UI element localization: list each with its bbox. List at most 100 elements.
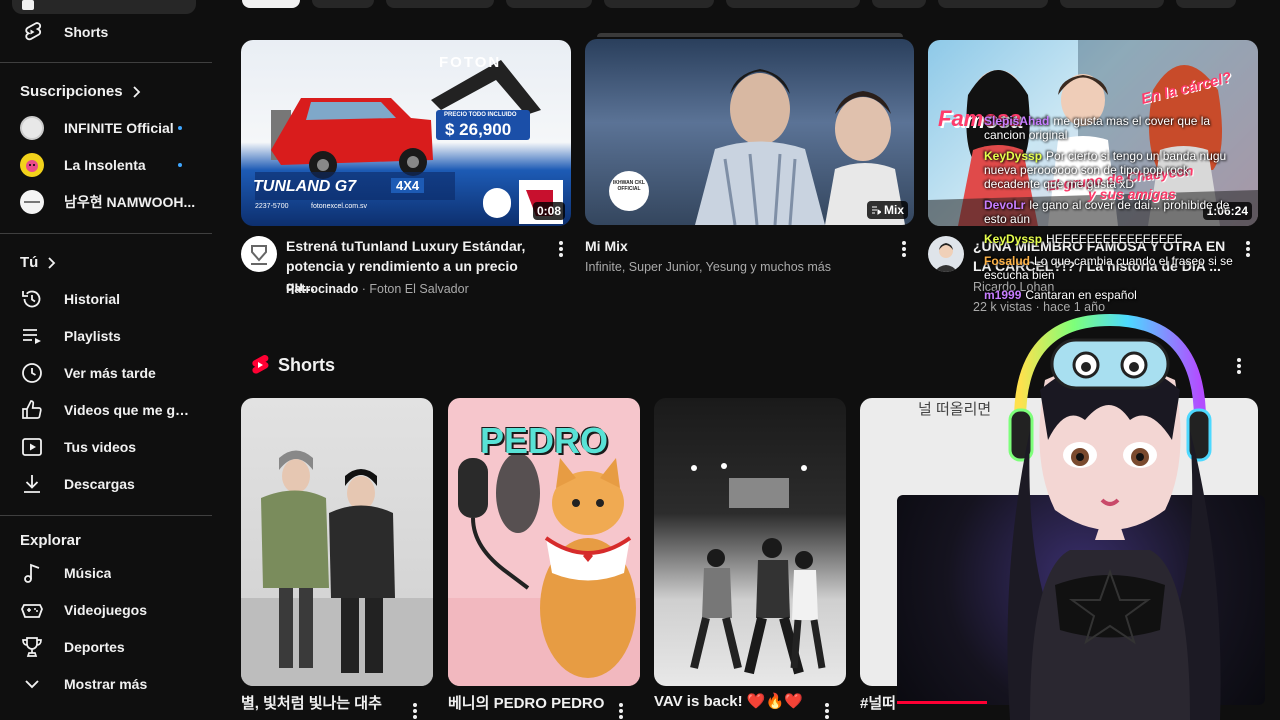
sidebar-item-watch-later[interactable]: Ver más tarde (12, 355, 200, 391)
subscriptions-header[interactable]: Suscripciones (20, 83, 143, 100)
playlists-icon (23, 329, 41, 344)
sidebar-sub-namwoohyun[interactable]: 남우현 NAMWOOH... (12, 184, 200, 220)
chat-message: DevoLr le gano al cover de dai... prohibi… (984, 198, 1244, 226)
sidebar-item-label: Videos que me gus... (64, 402, 196, 418)
sponsored-label: Patrocinado (286, 282, 359, 296)
chat-user: KeyDyssp (984, 232, 1043, 246)
sidebar-item-label: Videojuegos (64, 602, 147, 618)
sidebar-item-label: Deportes (64, 639, 125, 655)
foton-logo-icon (251, 245, 267, 265)
thumbnail-art (241, 450, 433, 686)
chat-text: Cantaran en español (1025, 288, 1137, 302)
ad-website: fotonexcel.com.sv (311, 203, 368, 210)
your-videos-icon (22, 438, 42, 456)
channel-avatar-ricardo[interactable] (928, 236, 964, 272)
channel-avatar-icon (20, 116, 44, 140)
chat-message: SlepisAhad me gusta mas el cover que la c… (984, 114, 1244, 142)
filter-chip[interactable] (1060, 0, 1164, 8)
price-label: PRECIO TODO INCLUIDO (444, 112, 517, 118)
sidebar-item-sports[interactable]: Deportes (12, 629, 200, 665)
model-badge: 4X4 (391, 178, 425, 193)
thumbnail-art (255, 60, 563, 224)
sidebar-item-label: Playlists (64, 328, 121, 344)
sidebar-item-shorts[interactable]: Shorts (12, 14, 200, 50)
avatar-icon (934, 243, 958, 272)
subscriptions-title: Suscripciones (20, 83, 123, 100)
sidebar-item-music[interactable]: Música (12, 555, 200, 591)
short-thumbnail[interactable] (241, 398, 433, 686)
video-thumbnail-foton[interactable]: FOTON PRECIO TODO INCLUIDO $ 26,900 TUNL… (241, 40, 571, 226)
divider (0, 515, 212, 516)
chat-user: DevoLr (984, 198, 1026, 212)
sidebar-item-your-videos[interactable]: Tus videos (12, 429, 200, 465)
chat-user: KeyDyssp (984, 149, 1043, 163)
video-meta: Patrocinado · Foton El Salvador (286, 282, 469, 296)
vtuber-avatar (1007, 313, 1221, 720)
sidebar-item-label: Tus videos (64, 439, 137, 455)
chevron-down-icon (25, 680, 39, 689)
shorts-icon (25, 22, 42, 41)
filter-chip-all[interactable] (242, 0, 300, 8)
more-options-icon[interactable] (413, 703, 417, 719)
brand-logo-text: FOTON (439, 54, 502, 71)
more-options-icon[interactable] (902, 241, 906, 257)
more-options-icon[interactable] (825, 703, 829, 719)
short-title[interactable]: VAV is back! ❤️🔥❤️ (654, 692, 814, 710)
sidebar-item-playlists[interactable]: Playlists (12, 318, 200, 354)
chat-user: Fosalud (984, 254, 1031, 268)
filter-chip[interactable] (726, 0, 860, 8)
video-title-line: Estrená tuTunland Luxury Estándar, (286, 238, 526, 254)
sidebar-item-gaming[interactable]: Videojuegos (12, 592, 200, 628)
sidebar-item-label: INFINITE Official (64, 120, 174, 136)
you-header[interactable]: Tú (20, 254, 58, 271)
price-text: $ 26,900 (445, 120, 512, 139)
mix-stack-edge (597, 33, 903, 37)
more-options-icon[interactable] (559, 241, 563, 257)
model-text: TUNLAND G7 (253, 178, 357, 195)
gaming-icon (21, 604, 43, 618)
mix-badge-label: Mix (883, 203, 904, 217)
mix-icon (871, 206, 881, 215)
short-title[interactable]: #널떠 (860, 692, 900, 713)
more-options-icon[interactable] (1237, 358, 1241, 374)
short-thumbnail[interactable] (654, 398, 846, 686)
chat-message: KeyDyssp HEEEEEEEEEEEEEEEE (984, 232, 1244, 246)
short-title[interactable]: 별, 빛처럼 빛나는 대추 (241, 692, 401, 713)
new-content-dot (178, 126, 182, 130)
short-overlay-text: PEDRO (479, 420, 609, 461)
more-options-icon[interactable] (619, 703, 623, 719)
sidebar-sub-infinite[interactable]: INFINITE Official (12, 110, 200, 146)
filter-chip[interactable] (604, 0, 714, 8)
short-title[interactable]: 베니의 PEDRO PEDRO (448, 692, 608, 713)
thumbnail-art (609, 69, 905, 225)
filter-chip[interactable] (312, 0, 374, 8)
sidebar-item-liked-videos[interactable]: Videos que me gus... (12, 392, 200, 428)
divider (0, 233, 212, 234)
chat-text: HEEEEEEEEEEEEEEEE (1046, 232, 1183, 246)
more-options-icon[interactable] (1246, 241, 1250, 257)
filter-chip[interactable] (506, 0, 592, 8)
short-thumbnail[interactable]: PEDRO (448, 398, 640, 686)
home-icon (22, 0, 34, 10)
filter-chip[interactable] (1176, 0, 1236, 8)
chat-message: KeyDyssp Por cierto si tengo un banda nug… (984, 149, 1244, 191)
sidebar-item-history[interactable]: Historial (12, 281, 200, 317)
channel-name[interactable]: Foton El Salvador (369, 282, 468, 296)
sidebar-item-home[interactable] (12, 0, 196, 14)
video-thumbnail-mix[interactable]: IKHWAN CKL OFFICIAL Mix (585, 39, 914, 225)
sidebar-item-downloads[interactable]: Descargas (12, 466, 200, 502)
channel-avatar-foton[interactable] (241, 236, 277, 272)
video-title[interactable]: Mi Mix (585, 236, 885, 256)
filter-chip[interactable] (386, 0, 494, 8)
explore-title: Explorar (20, 532, 81, 549)
sidebar-item-show-more[interactable]: Mostrar más (12, 666, 200, 702)
download-icon (24, 475, 40, 493)
sidebar-item-label: Mostrar más (64, 676, 148, 692)
filter-chip[interactable] (872, 0, 926, 8)
filter-chip[interactable] (938, 0, 1048, 8)
sidebar-sub-la-insolenta[interactable]: La Insolenta (12, 147, 200, 183)
duration-badge: 0:08 (532, 202, 565, 220)
like-icon (22, 400, 42, 419)
sidebar-item-label: Música (64, 565, 112, 581)
sidebar-item-label: Historial (64, 291, 121, 307)
